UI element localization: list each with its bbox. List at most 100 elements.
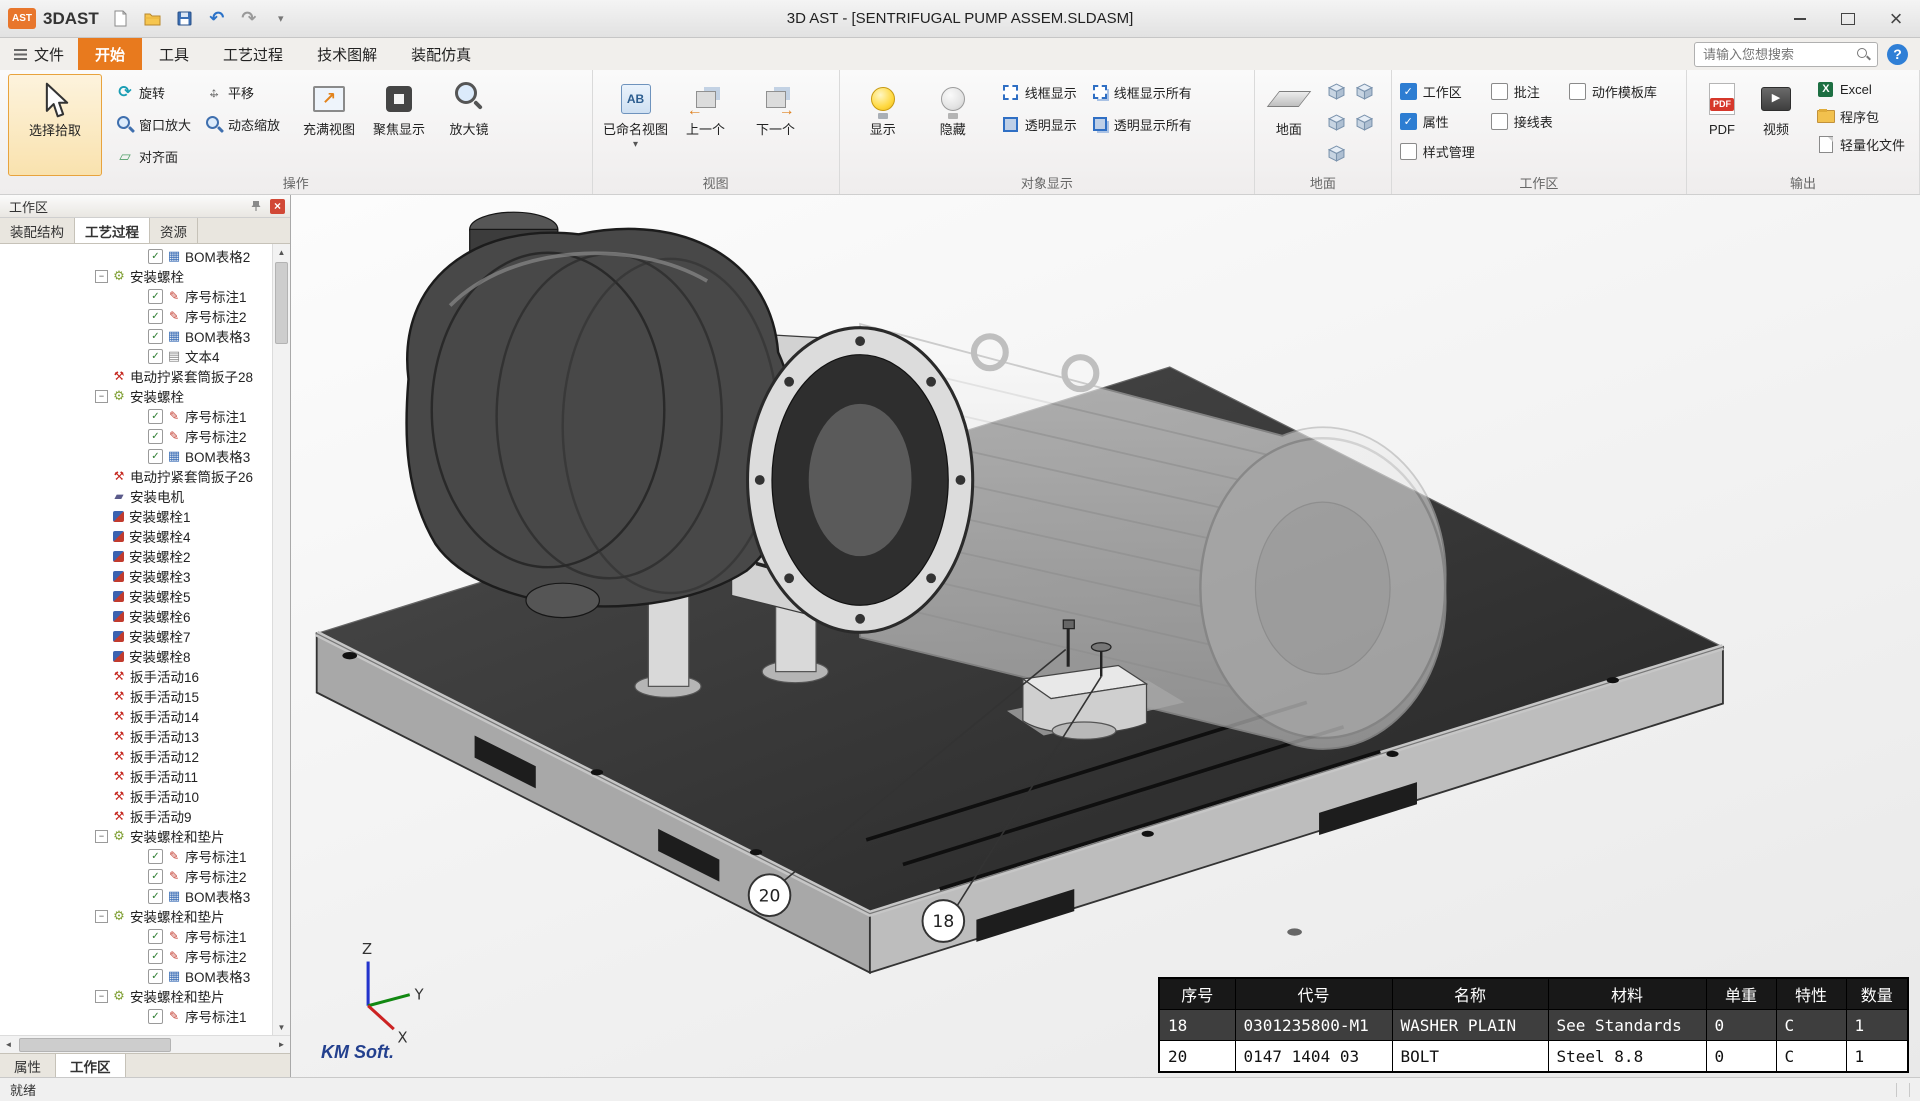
workspace-checkbox[interactable]: 工作区 xyxy=(1400,82,1475,101)
tree-checkbox[interactable] xyxy=(148,949,163,964)
tree-item[interactable]: BOM表格3 xyxy=(0,326,290,346)
ribbon-tab[interactable]: 工具 xyxy=(142,38,206,70)
ribbon-tab[interactable]: 开始 xyxy=(78,38,142,70)
scroll-right-icon[interactable]: ► xyxy=(273,1036,290,1053)
ribbon-button[interactable]: 透明显示 xyxy=(996,113,1083,136)
balloon-18[interactable]: 18 xyxy=(923,900,965,942)
tree-checkbox[interactable] xyxy=(148,449,163,464)
tree-item[interactable]: 安装螺栓 xyxy=(0,266,290,286)
ribbon-button[interactable]: 窗口放大 xyxy=(110,113,197,136)
tree-item[interactable]: 序号标注2 xyxy=(0,946,290,966)
tree-item[interactable]: 扳手活动11 xyxy=(0,766,290,786)
tree-item[interactable]: 电动拧紧套筒扳子28 xyxy=(0,366,290,386)
new-document-button[interactable] xyxy=(111,8,131,30)
ribbon-button[interactable]: 视频 xyxy=(1749,74,1803,174)
scrollbar-thumb[interactable] xyxy=(19,1038,171,1052)
save-button[interactable] xyxy=(175,8,195,30)
tree-checkbox[interactable] xyxy=(148,1009,163,1024)
tree-expander-icon[interactable] xyxy=(95,390,108,403)
search-box[interactable] xyxy=(1694,42,1878,67)
tree-item[interactable]: 序号标注2 xyxy=(0,866,290,886)
search-icon[interactable] xyxy=(1856,47,1871,62)
tree-item[interactable]: 安装螺栓和垫片 xyxy=(0,986,290,1006)
quick-access-dropdown-icon[interactable] xyxy=(271,8,291,30)
tree-item[interactable]: 扳手活动12 xyxy=(0,746,290,766)
balloon-20[interactable]: 20 xyxy=(749,874,791,916)
tree-item[interactable]: 安装螺栓和垫片 xyxy=(0,906,290,926)
panel-tab[interactable]: 装配结构 xyxy=(0,218,75,243)
view-cube-button[interactable] xyxy=(1325,142,1349,166)
tree-checkbox[interactable] xyxy=(148,289,163,304)
tree-item[interactable]: 安装螺栓5 xyxy=(0,586,290,606)
tree-item[interactable]: 扳手活动10 xyxy=(0,786,290,806)
tree-item[interactable]: 序号标注1 xyxy=(0,406,290,426)
tree-item[interactable]: 安装电机 xyxy=(0,486,290,506)
horizontal-scrollbar[interactable]: ◄ ► xyxy=(0,1035,290,1053)
tree-expander-icon[interactable] xyxy=(95,990,108,1003)
select-pick-button[interactable]: 选择拾取 xyxy=(8,74,102,176)
tree-checkbox[interactable] xyxy=(148,889,163,904)
ribbon-button[interactable]: 旋转 xyxy=(110,81,197,104)
view-cube-button[interactable] xyxy=(1325,111,1349,135)
view-cube-button[interactable] xyxy=(1353,80,1377,104)
tree-item[interactable]: 安装螺栓4 xyxy=(0,526,290,546)
tree-expander-icon[interactable] xyxy=(95,910,108,923)
ribbon-button[interactable]: 上一个 ▾ xyxy=(671,74,741,174)
panel-bottom-tab[interactable]: 工作区 xyxy=(56,1054,126,1077)
ribbon-button[interactable]: 显示 xyxy=(848,74,918,174)
vertical-scrollbar[interactable]: ▲ ▼ xyxy=(272,244,290,1035)
tree-item[interactable]: 电动拧紧套筒扳子26 xyxy=(0,466,290,486)
redo-button[interactable] xyxy=(239,8,259,30)
ribbon-tab[interactable]: 技术图解 xyxy=(300,38,394,70)
ribbon-button[interactable]: 放大镜 xyxy=(434,74,504,174)
panel-close-button[interactable] xyxy=(270,199,285,214)
tree-item[interactable]: 扳手活动13 xyxy=(0,726,290,746)
scroll-up-icon[interactable]: ▲ xyxy=(273,244,290,260)
ribbon-button[interactable]: 线框显示 xyxy=(996,81,1083,104)
ribbon-button[interactable]: 隐藏 xyxy=(918,74,988,174)
ribbon-button[interactable]: 下一个 ▾ xyxy=(741,74,811,174)
tree-item[interactable]: 安装螺栓6 xyxy=(0,606,290,626)
ribbon-button[interactable]: 动态缩放 xyxy=(199,113,286,136)
tree-item[interactable]: 序号标注1 xyxy=(0,846,290,866)
tree-item[interactable]: BOM表格3 xyxy=(0,886,290,906)
ribbon-button[interactable]: 聚焦显示 xyxy=(364,74,434,174)
ribbon-button[interactable]: Excel xyxy=(1811,78,1911,100)
view-cube-button[interactable] xyxy=(1325,80,1349,104)
search-input[interactable] xyxy=(1701,46,1856,63)
workspace-checkbox[interactable]: 接线表 xyxy=(1491,112,1553,131)
tree-checkbox[interactable] xyxy=(148,429,163,444)
tree-item[interactable]: 文本4 xyxy=(0,346,290,366)
ribbon-button[interactable]: PDF xyxy=(1695,74,1749,174)
tree-item[interactable]: 安装螺栓3 xyxy=(0,566,290,586)
ribbon-button[interactable]: 程序包 xyxy=(1811,105,1911,128)
tree-item[interactable]: BOM表格3 xyxy=(0,446,290,466)
tree-item[interactable]: 序号标注1 xyxy=(0,926,290,946)
tree-expander-icon[interactable] xyxy=(95,270,108,283)
maximize-button[interactable] xyxy=(1824,1,1872,37)
tree-item[interactable]: 扳手活动15 xyxy=(0,686,290,706)
ribbon-tab[interactable]: 工艺过程 xyxy=(206,38,300,70)
tree-item[interactable]: BOM表格3 xyxy=(0,966,290,986)
tree-item[interactable]: 扳手活动14 xyxy=(0,706,290,726)
tree-item[interactable]: 安装螺栓和垫片 xyxy=(0,826,290,846)
tree-item[interactable]: 扳手活动16 xyxy=(0,666,290,686)
scroll-down-icon[interactable]: ▼ xyxy=(273,1019,290,1035)
tree-checkbox[interactable] xyxy=(148,249,163,264)
help-button[interactable]: ? xyxy=(1887,44,1908,65)
tree-item[interactable]: 序号标注2 xyxy=(0,426,290,446)
workspace-checkbox[interactable]: 样式管理 xyxy=(1400,142,1475,161)
tree-checkbox[interactable] xyxy=(148,329,163,344)
tree-item[interactable]: 序号标注2 xyxy=(0,306,290,326)
panel-tab[interactable]: 资源 xyxy=(150,218,198,243)
ribbon-button[interactable]: 已命名视图 ▾ xyxy=(601,74,671,174)
tree-expander-icon[interactable] xyxy=(95,830,108,843)
workspace-checkbox[interactable]: 批注 xyxy=(1491,82,1553,101)
tree-item[interactable]: 安装螺栓2 xyxy=(0,546,290,566)
ribbon-button[interactable]: 透明显示所有 xyxy=(1085,113,1198,136)
ribbon-button[interactable]: 线框显示所有 xyxy=(1085,81,1198,104)
tree-checkbox[interactable] xyxy=(148,309,163,324)
ribbon-tab[interactable]: 装配仿真 xyxy=(394,38,488,70)
ribbon-button[interactable]: 轻量化文件 xyxy=(1811,133,1911,156)
tree-item[interactable]: 安装螺栓7 xyxy=(0,626,290,646)
